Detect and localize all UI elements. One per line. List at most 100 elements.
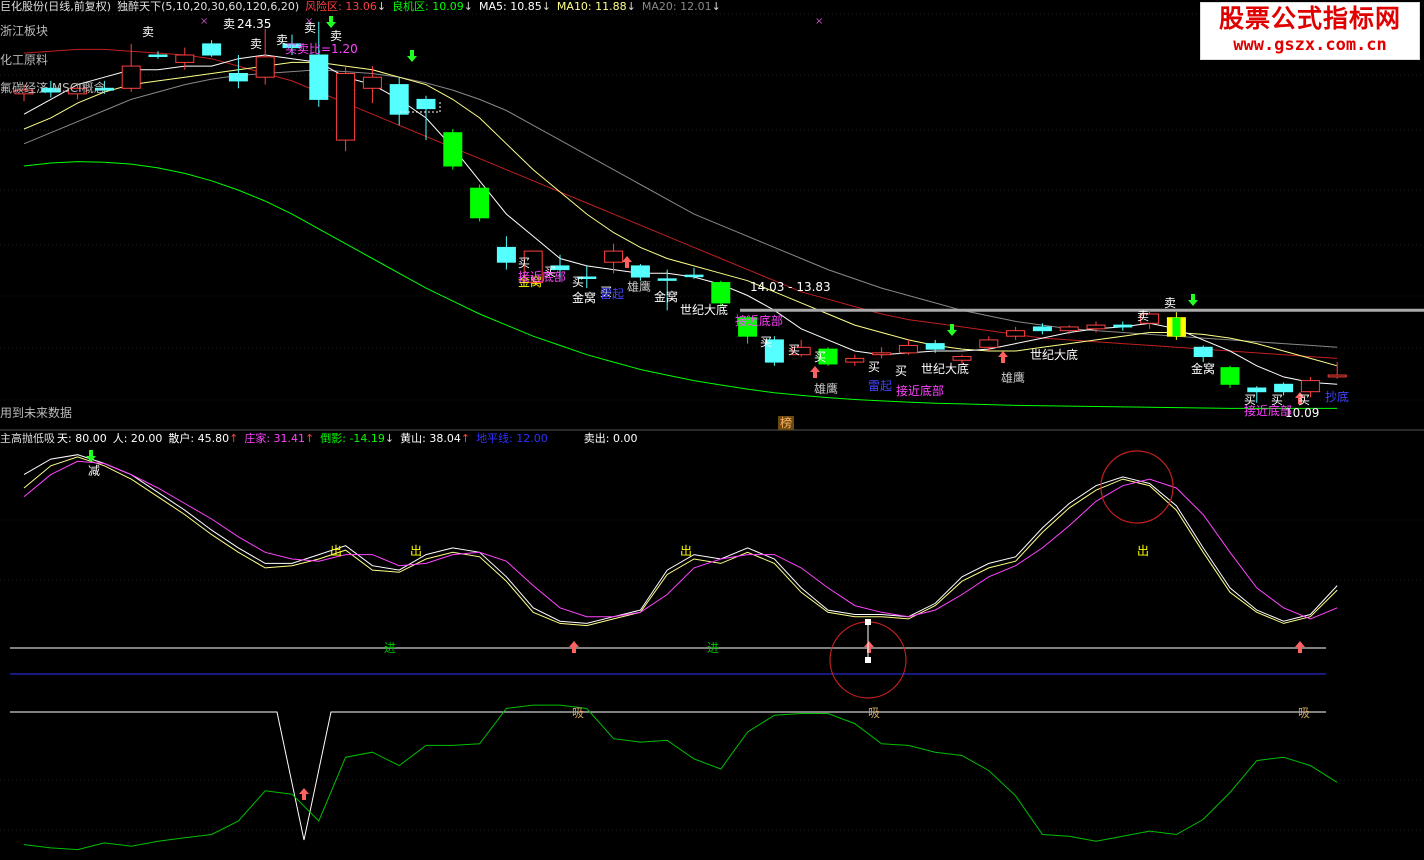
risk-zone-value: 风险区: 13.06 — [305, 0, 377, 13]
sell-signal: 卖 — [1137, 309, 1150, 323]
down-arrow-icon: ↓ — [376, 0, 387, 13]
sell-signal: 卖 — [330, 29, 343, 43]
ma5-value: MA5: 10.85↓ — [479, 0, 551, 13]
stock-chart[interactable]: × × × — [0, 0, 1424, 860]
candle-body — [1220, 367, 1240, 385]
chance-zone: 良机区: 10.09↓ — [392, 0, 473, 13]
sub-header: 主高抛低吸 天: 80.00 人: 20.00 散户: 45.80↑ 庄家: 31.41… — [0, 432, 643, 446]
candle-body — [443, 132, 463, 167]
sell-signal: 卖 — [142, 25, 155, 39]
candle-body — [416, 98, 436, 110]
candle-body — [148, 54, 168, 57]
up-arrow-icon: ↑ — [305, 432, 315, 445]
buy-signal: 买 — [868, 360, 881, 374]
buy-arrow-icon — [622, 256, 632, 268]
huangshan-panel[interactable] — [10, 704, 1338, 851]
leiqi-signal: 雷起 — [600, 287, 625, 301]
reduce-signal: 减 — [88, 464, 101, 478]
sell-signal: 卖 — [223, 17, 236, 31]
ma5-line — [23, 54, 1338, 385]
ma20-text: MA20: 12.01 — [641, 0, 712, 13]
sell-arrow-icon — [407, 50, 417, 62]
huangshan-text: 黄山: 38.04 — [400, 432, 461, 445]
huangshan-line — [23, 704, 1338, 851]
sanhu-text: 散户: 45.80 — [168, 432, 230, 445]
high-price-label: 24.35 — [237, 17, 272, 31]
chance-zone-value: 良机区: 10.09 — [392, 0, 464, 13]
sector-chemical[interactable]: 化工原料 — [0, 51, 48, 68]
down-arrow-icon: ↓ — [384, 432, 395, 445]
risk-zone: 风险区: 13.06↓ — [305, 0, 386, 13]
exit-signal: 出 — [330, 544, 343, 558]
candle-body — [872, 352, 892, 356]
down-arrow-icon: ↓ — [626, 0, 636, 13]
buy-arrow-icon — [864, 641, 874, 653]
candle-body — [845, 357, 865, 363]
up-arrow-icon: ↑ — [460, 432, 471, 445]
sub-indicator-name: 主高抛低吸 — [0, 432, 55, 445]
logo-cn-text: 股票公式指标网 — [1218, 4, 1401, 33]
candle-body — [979, 339, 999, 348]
future-data-notice: 用到未来数据 — [0, 406, 73, 420]
logo-url-text: www.gszx.com.cn — [1233, 35, 1387, 55]
sell-signal: 卖 — [250, 37, 263, 51]
jinwo-signal: 金窝 — [654, 290, 679, 304]
sector-fluorocarbon[interactable]: 氟碳经济 MSCI概念 — [0, 79, 106, 96]
candle-body — [121, 65, 141, 89]
exit-signal: 出 — [680, 544, 693, 558]
stock-title[interactable]: 巨化股份(日线,前复权) — [0, 0, 111, 13]
ma10-value: MA10: 11.88↓ — [557, 0, 636, 13]
xiongying-signal: 雄鹰 — [627, 280, 652, 294]
candle-body — [202, 43, 222, 56]
marker-x-icon: × — [815, 16, 823, 27]
xiongying-signal: 雄鹰 — [1001, 371, 1026, 385]
ma20-value: MA20: 12.01↓ — [642, 0, 721, 13]
ma10-text: MA10: 11.88 — [556, 0, 627, 13]
sector-zhejiang[interactable]: 浙江板块 — [0, 22, 48, 39]
price-range-label: 14.03 - 13.83 — [750, 280, 831, 294]
up-arrow-icon: ↑ — [229, 432, 239, 445]
century-bottom-signal: 世纪大底 — [921, 362, 970, 376]
exit-signal: 出 — [1137, 544, 1150, 558]
leiqi-signal: 雷起 — [868, 379, 893, 393]
down-arrow-icon: ↓ — [463, 0, 473, 13]
indicator-name: 独醉天下(5,10,20,30,60,120,6,20) — [117, 0, 300, 13]
century-bottom-signal: 世纪大底 — [1030, 348, 1079, 362]
near-bottom-signal: 接近底部 — [735, 314, 784, 328]
buy-signal: 买 — [572, 275, 585, 289]
buy-signal: 买 — [1298, 393, 1311, 407]
zhuangjia-text: 庄家: 31.41 — [244, 432, 306, 445]
candle-body — [711, 282, 731, 304]
candle-body — [309, 54, 329, 100]
indicator-panel[interactable] — [10, 450, 1338, 699]
candle-body — [1059, 326, 1079, 332]
dipingxian-value: 地平线: 12.00 — [476, 432, 548, 445]
near-bottom-signal: 接近底部 — [1244, 404, 1293, 418]
candle-body — [1300, 380, 1320, 393]
near-bottom-signal: 接近底部 — [518, 270, 567, 284]
candle-body — [1274, 383, 1294, 393]
candle-body — [336, 73, 356, 141]
candle-body — [389, 84, 409, 115]
sanhu-value: 散户: 45.80↑ — [168, 432, 238, 445]
absorb-signal: 吸 — [868, 706, 881, 720]
candle-body — [898, 344, 918, 354]
candle-body — [1032, 326, 1052, 332]
candle-body — [630, 265, 650, 278]
enter-signal: 进 — [707, 641, 720, 655]
highlight-circle — [1100, 450, 1174, 524]
candle-body — [925, 343, 945, 350]
near-bottom-signal: 接近底部 — [896, 384, 945, 398]
sell-signal: 卖 — [1164, 296, 1177, 310]
candle-body — [1193, 346, 1213, 358]
buy-arrow-icon — [998, 351, 1008, 363]
oscillator-line — [23, 456, 1338, 627]
absorb-signal: 吸 — [572, 706, 585, 720]
candle-body — [657, 278, 677, 281]
candle-body — [362, 76, 382, 89]
marker-x-icon: × — [200, 16, 208, 27]
candle-body — [470, 187, 490, 219]
exit-signal: 出 — [410, 544, 423, 558]
main-header: 巨化股份(日线,前复权) 独醉天下(5,10,20,30,60,120,6,20)… — [0, 0, 727, 14]
bang-badge: 榜 — [778, 416, 795, 430]
